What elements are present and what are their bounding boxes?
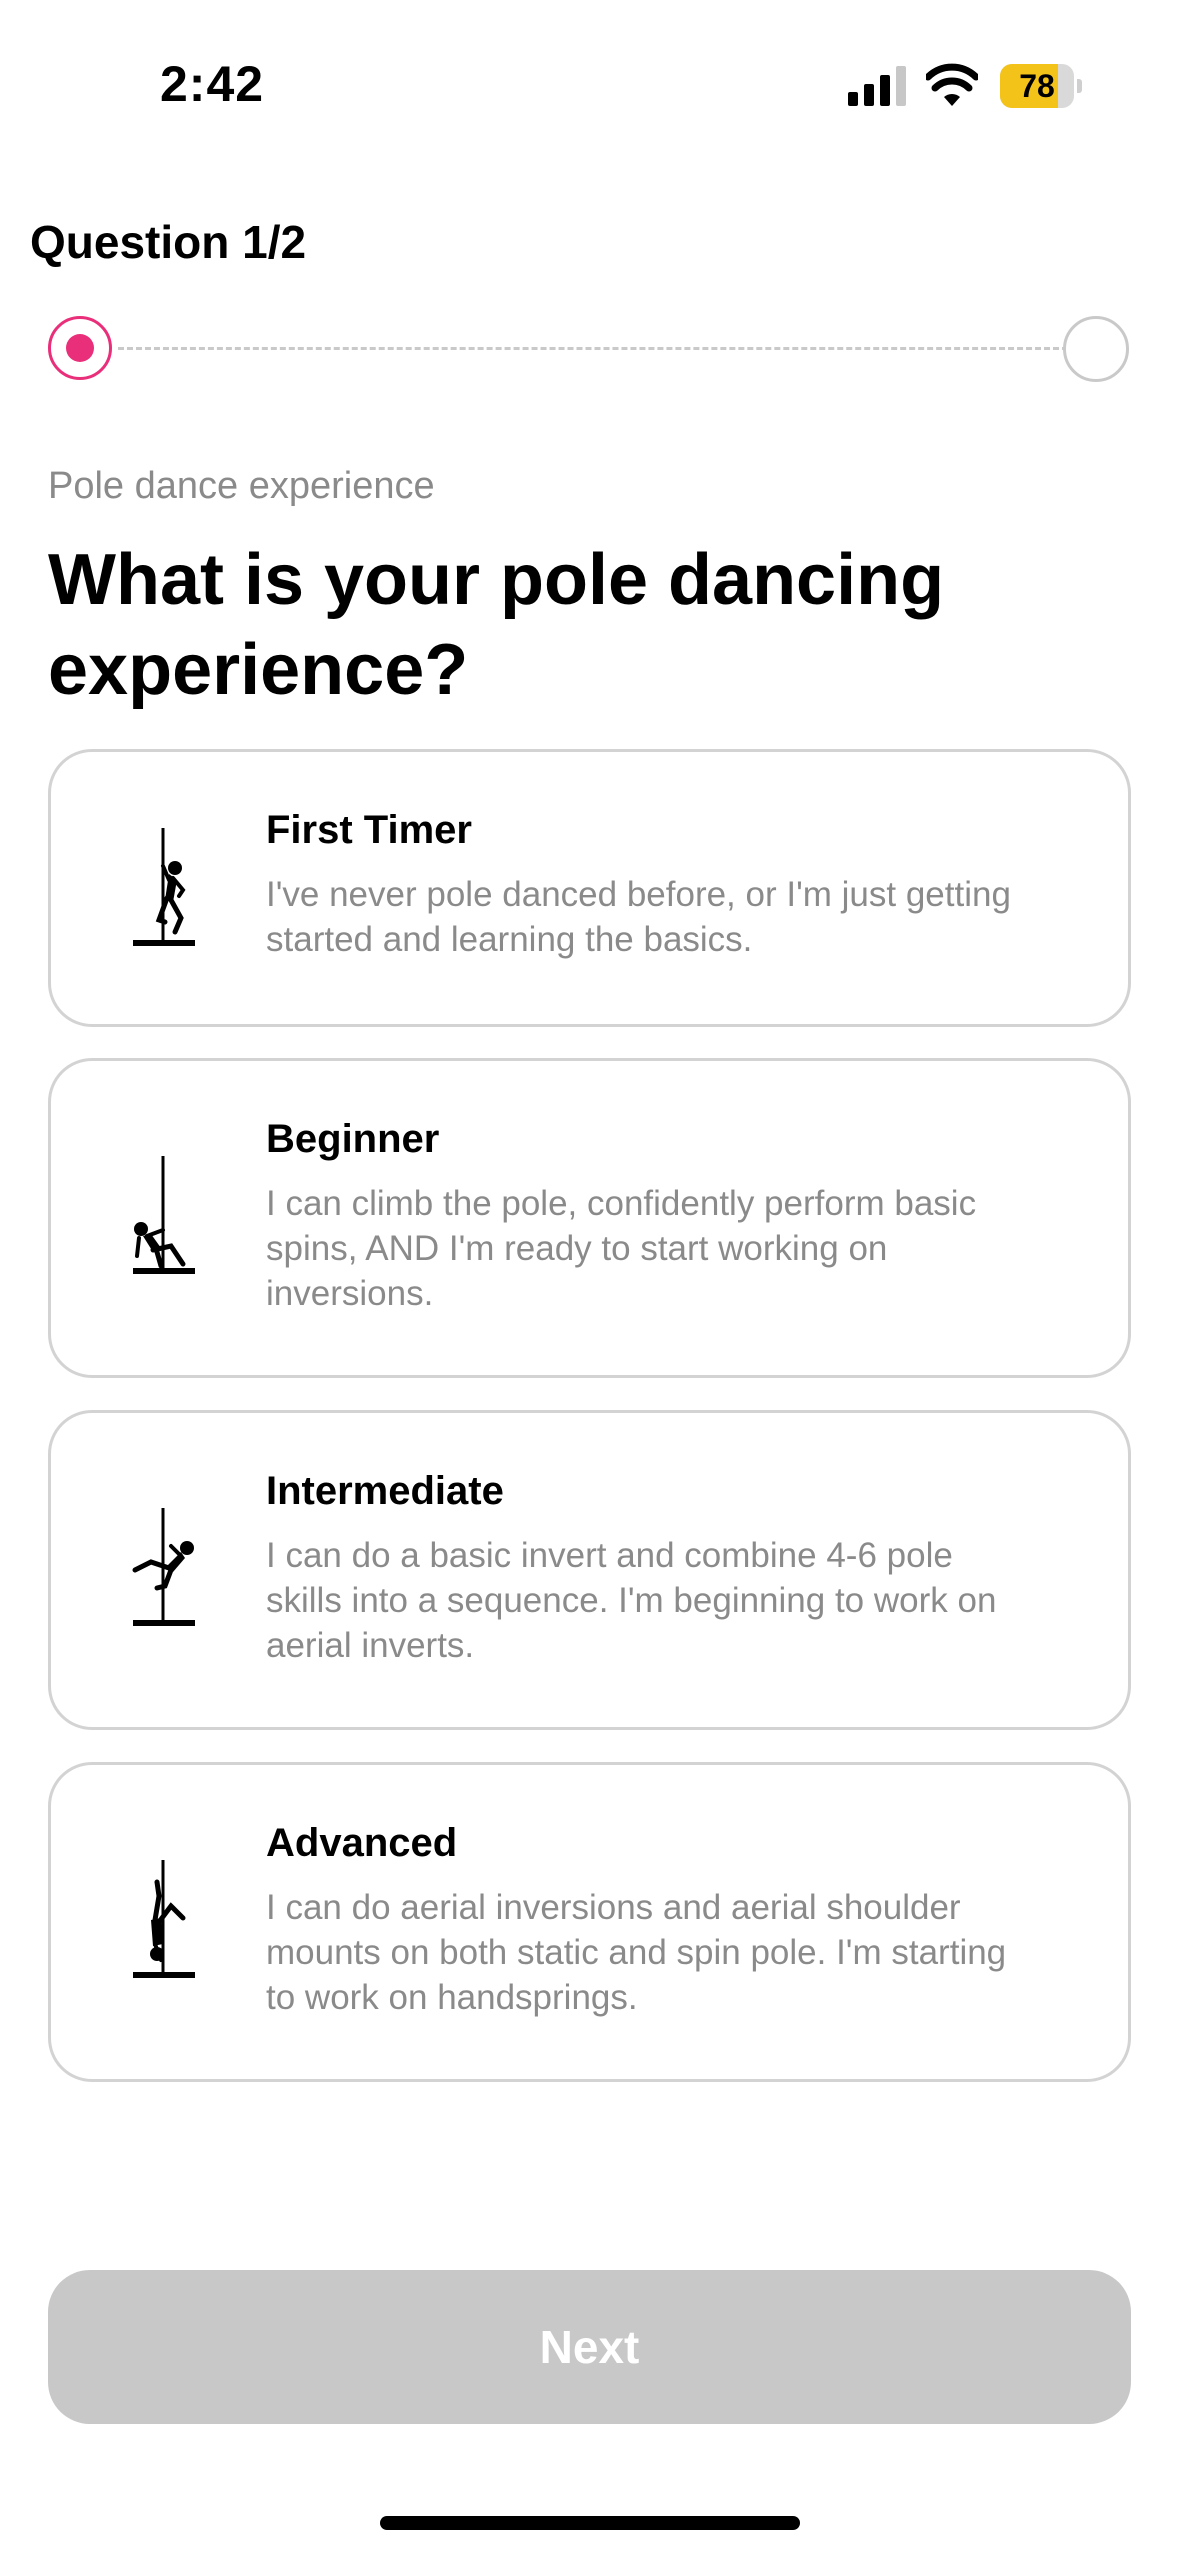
pole-intermediate-icon: [132, 1508, 195, 1626]
question-title: What is your pole dancing experience?: [48, 540, 945, 710]
option-title: Beginner: [266, 1117, 440, 1161]
step-2-indicator: [1063, 316, 1129, 382]
option-title: Advanced: [266, 1821, 458, 1865]
battery-level: 78: [1019, 68, 1055, 104]
option-description: I've never pole danced before, or I'm ju…: [266, 875, 1011, 959]
option-title: First Timer: [266, 808, 472, 852]
option-description: I can climb the pole, confidently perfor…: [266, 1184, 977, 1313]
status-bar: 2:42 78: [0, 0, 1179, 150]
status-time: 2:42: [160, 56, 265, 112]
option-description: I can do aerial inversions and aerial sh…: [266, 1888, 1007, 2017]
pole-advanced-icon: [133, 1860, 195, 1978]
step-connector: [118, 347, 1068, 350]
option-intermediate[interactable]: Intermediate I can do a basic invert and…: [48, 1410, 1131, 1730]
wifi-icon: [926, 63, 978, 106]
option-title: Intermediate: [266, 1469, 504, 1513]
pole-beginner-icon: [133, 1156, 195, 1274]
progress-stepper: [48, 316, 1131, 386]
option-first-timer[interactable]: First Timer I've never pole danced befor…: [48, 749, 1131, 1027]
question-counter: Question 1/2: [30, 216, 307, 268]
battery-icon: 78: [1000, 64, 1074, 108]
step-current-dot: [66, 334, 94, 362]
option-beginner[interactable]: Beginner I can climb the pole, confident…: [48, 1058, 1131, 1378]
battery-indicator: 78: [1000, 64, 1084, 108]
battery-tip: [1077, 79, 1082, 93]
next-button[interactable]: Next: [48, 2270, 1131, 2424]
cellular-signal-icon: [848, 66, 906, 106]
question-category: Pole dance experience: [48, 465, 435, 507]
option-advanced[interactable]: Advanced I can do aerial inversions and …: [48, 1762, 1131, 2082]
home-indicator[interactable]: [380, 2516, 800, 2530]
option-description: I can do a basic invert and combine 4-6 …: [266, 1536, 997, 1665]
pole-first-timer-icon: [133, 828, 195, 946]
step-1-indicator-current: [48, 316, 112, 380]
